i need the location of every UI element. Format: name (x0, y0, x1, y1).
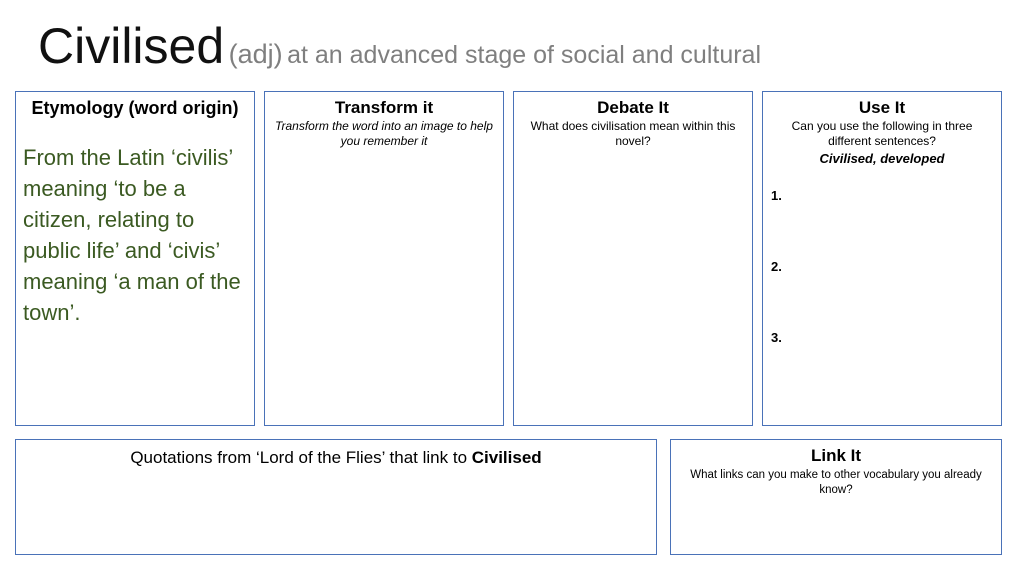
debate-box: Debate It What does civilisation mean wi… (513, 91, 753, 426)
use-words: Civilised, developed (819, 151, 945, 166)
use-instruction: Can you use the following in three diffe… (791, 119, 973, 148)
debate-instruction: What does civilisation mean within this … (530, 119, 736, 148)
quotations-word: Civilised (471, 448, 542, 467)
debate-heading: Debate It (597, 98, 669, 117)
link-heading: Link It (810, 446, 862, 465)
quotations-box: Quotations from ‘Lord of the Flies’ that… (15, 439, 657, 555)
title-word: Civilised (38, 18, 225, 74)
use-box: Use It Can you use the following in thre… (762, 91, 1002, 426)
etymology-box: Etymology (word origin) From the Latin ‘… (15, 91, 255, 426)
etymology-text: From the Latin ‘civilis’ meaning ‘to be … (23, 145, 241, 325)
sentence-number: 2. (771, 259, 782, 274)
sentence-number: 3. (771, 330, 782, 345)
title-part-of-speech: (adj) (228, 39, 283, 69)
quotations-heading: Quotations from ‘Lord of the Flies’ that… (16, 448, 656, 468)
transform-heading: Transform it (334, 98, 434, 117)
page-title: Civilised (adj) at an advanced stage of … (38, 14, 838, 94)
sentence-number: 1. (771, 188, 782, 203)
use-heading: Use It (858, 98, 906, 117)
transform-instruction: Transform the word into an image to help… (275, 119, 493, 148)
quotations-prefix: Quotations from ‘Lord of the Flies’ that… (130, 448, 472, 467)
sentence-list: 1. 2. 3. (763, 188, 1001, 401)
transform-box: Transform it Transform the word into an … (264, 91, 504, 426)
link-box: Link It What links can you make to other… (670, 439, 1002, 555)
link-instruction: What links can you make to other vocabul… (690, 469, 982, 496)
etymology-heading: Etymology (word origin) (31, 98, 239, 118)
